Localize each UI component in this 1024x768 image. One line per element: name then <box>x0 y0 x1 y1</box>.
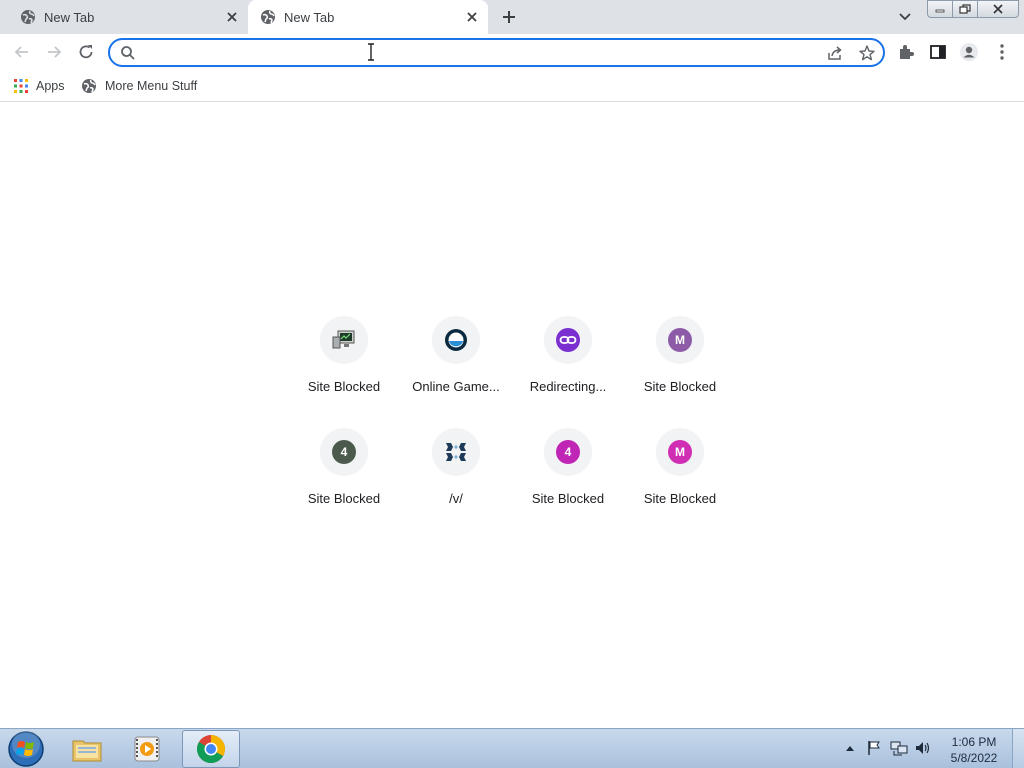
link-icon <box>556 328 580 352</box>
forward-arrow-icon[interactable] <box>44 42 64 62</box>
shortcut-icon-circle: 4 <box>544 428 592 476</box>
shortcut-tile[interactable]: /v/ <box>400 428 512 528</box>
start-orb-icon[interactable] <box>6 730 46 768</box>
globe-icon <box>21 10 35 24</box>
letter-m-icon: M <box>668 440 692 464</box>
address-input[interactable] <box>140 43 800 62</box>
new-tab-plus-icon[interactable] <box>500 8 518 26</box>
extensions-puzzle-icon[interactable] <box>896 42 916 62</box>
shortcut-icon-circle <box>432 428 480 476</box>
side-panel-icon[interactable] <box>928 42 948 62</box>
chrome-icon <box>197 735 225 763</box>
network-icon[interactable] <box>890 740 908 756</box>
apps-grid-icon <box>14 79 28 93</box>
shortcut-label: Site Blocked <box>643 379 717 394</box>
window-controls <box>927 0 1019 18</box>
minimize-icon <box>935 9 945 13</box>
explorer-folder-icon <box>72 740 102 762</box>
reload-icon[interactable] <box>76 42 96 62</box>
shortcut-icon-circle <box>544 316 592 364</box>
share-icon[interactable] <box>826 44 844 62</box>
shortcut-tile[interactable]: Redirecting... <box>512 316 624 416</box>
chevron-down-icon[interactable] <box>896 9 914 25</box>
shortcut-tile[interactable]: Online Game... <box>400 316 512 416</box>
shortcut-label: Site Blocked <box>307 491 381 506</box>
shortcut-icon-circle <box>432 316 480 364</box>
tab-title: New Tab <box>44 10 95 25</box>
shortcut-icon-circle: 4 <box>320 428 368 476</box>
pattern-icon <box>446 443 466 461</box>
globe-icon <box>82 79 96 93</box>
shortcut-label: /v/ <box>449 491 463 506</box>
shortcut-tile[interactable]: M Site Blocked <box>624 428 736 528</box>
shortcut-tile[interactable]: 4 Site Blocked <box>512 428 624 528</box>
shortcut-tile[interactable]: Site Blocked <box>288 316 400 416</box>
close-window-button[interactable] <box>977 0 1019 18</box>
shortcut-icon-circle <box>320 316 368 364</box>
bookmarks-bar: Apps More Menu Stuff <box>0 70 1024 102</box>
search-icon <box>121 46 135 60</box>
restore-icon <box>959 4 971 14</box>
shortcut-tile[interactable]: M Site Blocked <box>624 316 736 416</box>
text-cursor-icon <box>368 43 374 61</box>
bookmark-label: Apps <box>36 79 65 93</box>
volume-icon[interactable] <box>914 740 932 756</box>
clock-date: 5/8/2022 <box>950 751 998 765</box>
minimize-button[interactable] <box>927 0 952 18</box>
bookmark-apps[interactable]: Apps <box>14 76 65 96</box>
tab-strip: New Tab New Tab <box>0 0 1024 34</box>
close-tab-icon[interactable] <box>464 9 480 25</box>
letter-4-icon: 4 <box>556 440 580 464</box>
bookmark-star-icon[interactable] <box>858 44 876 62</box>
shortcut-label: Site Blocked <box>307 379 381 394</box>
taskbar: 1:06 PM 5/8/2022 <box>0 728 1024 768</box>
system-clock[interactable]: 1:06 PM 5/8/2022 <box>942 734 1006 766</box>
shortcut-label: Online Game... <box>412 379 500 394</box>
blue-ring-icon <box>445 329 467 351</box>
back-arrow-icon[interactable] <box>12 42 32 62</box>
shortcut-icon-circle: M <box>656 428 704 476</box>
taskbar-chrome[interactable] <box>182 730 240 768</box>
monitor-chart-icon <box>332 330 355 349</box>
taskbar-explorer[interactable] <box>58 730 116 768</box>
profile-avatar-icon[interactable] <box>959 42 979 62</box>
taskbar-media-player[interactable] <box>118 730 176 768</box>
letter-4-icon: 4 <box>332 440 356 464</box>
action-center-flag-icon[interactable] <box>866 740 882 756</box>
bookmark-more-menu-stuff[interactable]: More Menu Stuff <box>81 76 197 96</box>
shortcut-label: Site Blocked <box>643 491 717 506</box>
restore-button[interactable] <box>952 0 977 18</box>
omnibox[interactable] <box>108 38 885 67</box>
tab-new-tab-1[interactable]: New Tab <box>8 0 246 34</box>
shortcut-tile[interactable]: 4 Site Blocked <box>288 428 400 528</box>
shortcut-icon-circle: M <box>656 316 704 364</box>
letter-m-icon: M <box>668 328 692 352</box>
media-player-icon <box>134 736 160 762</box>
globe-icon <box>261 10 275 24</box>
tab-title: New Tab <box>284 10 335 25</box>
toolbar <box>0 34 1024 70</box>
shortcut-label: Redirecting... <box>529 379 607 394</box>
show-desktop-button[interactable] <box>1012 729 1024 768</box>
show-hidden-icons-arrow-icon[interactable] <box>845 744 855 752</box>
clock-time: 1:06 PM <box>951 735 997 749</box>
more-menu-icon[interactable] <box>992 42 1012 62</box>
close-tab-icon[interactable] <box>224 9 240 25</box>
bookmark-label: More Menu Stuff <box>105 79 198 93</box>
shortcut-label: Site Blocked <box>531 491 605 506</box>
close-icon <box>993 4 1003 14</box>
tab-new-tab-2[interactable]: New Tab <box>248 0 488 34</box>
